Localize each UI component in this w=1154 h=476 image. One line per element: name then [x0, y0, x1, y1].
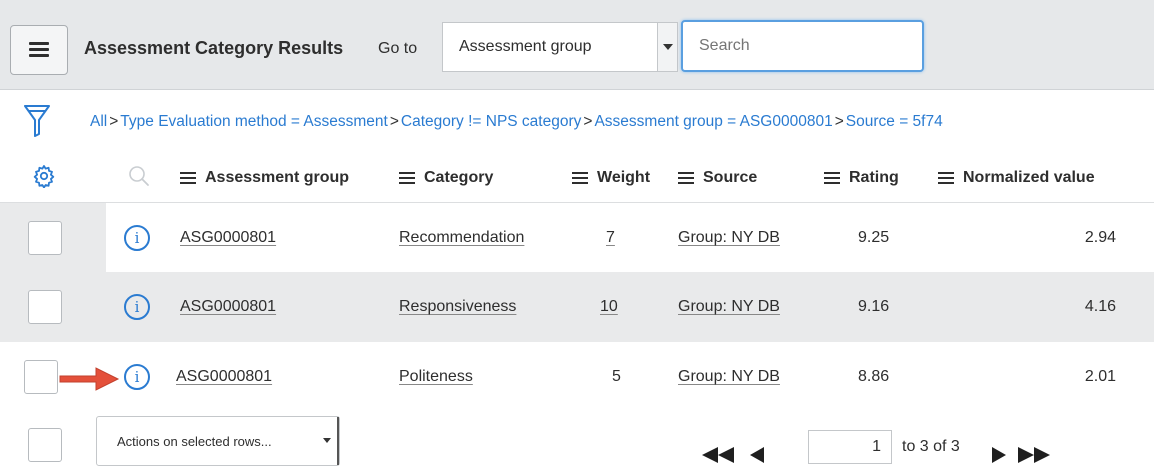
page-title: Assessment Category Results [84, 38, 344, 58]
rating-value: 9.16 [858, 298, 890, 315]
row-checkbox[interactable] [24, 360, 58, 394]
column-header-normalized-value[interactable]: Normalized value [938, 160, 1095, 196]
breadcrumb-evaluation-method[interactable]: Type Evaluation method = Assessment [120, 113, 388, 130]
weight-value[interactable]: 10 [600, 298, 618, 316]
column-label: Source [703, 169, 758, 186]
goto-field-select[interactable]: Assessment group [442, 22, 678, 72]
row-checkbox[interactable] [28, 290, 62, 324]
menu-button[interactable] [10, 25, 68, 75]
column-label: Assessment group [205, 169, 350, 186]
breadcrumb-separator: > [583, 113, 593, 130]
goto-select-value: Assessment group [459, 38, 592, 55]
column-menu-icon[interactable] [938, 172, 954, 184]
row-checkbox[interactable] [28, 221, 62, 255]
hamburger-icon [29, 42, 49, 58]
column-header-assessment-group[interactable]: Assessment group [180, 160, 349, 196]
breadcrumb-category[interactable]: Category != NPS category [401, 113, 582, 130]
assessment-group-link[interactable]: ASG0000801 [180, 298, 276, 316]
source-link[interactable]: Group: NY DB [678, 298, 780, 316]
table-row: i ASG0000801 Politeness 5 Group: NY DB 8… [0, 342, 1154, 412]
dropdown-arrow-icon[interactable] [317, 417, 339, 465]
column-label: Normalized value [963, 169, 1095, 186]
dropdown-arrow-icon[interactable] [657, 23, 677, 71]
table-row: i ASG0000801 Responsiveness 10 Group: NY… [0, 272, 1154, 342]
category-link[interactable]: Responsiveness [399, 298, 516, 316]
column-menu-icon[interactable] [572, 172, 588, 184]
search-input[interactable] [681, 20, 924, 72]
category-link[interactable]: Politeness [399, 368, 473, 386]
rating-value: 8.86 [858, 368, 890, 385]
column-menu-icon[interactable] [180, 172, 196, 184]
row-select-cell [0, 272, 106, 342]
breadcrumb-separator: > [834, 113, 844, 130]
column-header-source[interactable]: Source [678, 160, 757, 196]
page-number-input[interactable] [808, 430, 892, 464]
info-circle-icon[interactable]: i [124, 364, 150, 390]
column-label: Category [424, 169, 494, 186]
select-all-checkbox[interactable] [28, 428, 62, 462]
breadcrumb-all[interactable]: All [90, 113, 107, 130]
column-header-weight[interactable]: Weight [572, 160, 650, 196]
source-link[interactable]: Group: NY DB [678, 368, 780, 386]
category-link[interactable]: Recommendation [399, 229, 524, 247]
column-label: Weight [597, 169, 651, 186]
info-circle-icon[interactable]: i [124, 294, 150, 320]
breadcrumb-assessment-group[interactable]: Assessment group = ASG0000801 [594, 113, 832, 130]
double-right-triangle-icon[interactable] [1016, 446, 1052, 464]
breadcrumb: All > Type Evaluation method = Assessment >… [90, 113, 943, 131]
gear-icon[interactable] [32, 164, 56, 188]
assessment-group-link[interactable]: ASG0000801 [176, 368, 272, 386]
list-header-bar: Assessment Category Results Go to Assess… [0, 0, 1154, 90]
right-triangle-icon[interactable] [990, 446, 1008, 464]
column-header-rating[interactable]: Rating [824, 160, 899, 196]
double-left-triangle-icon[interactable] [700, 446, 736, 464]
column-menu-icon[interactable] [824, 172, 840, 184]
breadcrumb-separator: > [109, 113, 119, 130]
source-link[interactable]: Group: NY DB [678, 229, 780, 247]
magnifier-icon[interactable] [128, 165, 150, 187]
page-range-label: to 3 of 3 [902, 438, 960, 455]
normalized-value: 2.01 [1084, 368, 1116, 385]
weight-value[interactable]: 7 [606, 229, 615, 247]
table-row: i ASG0000801 Recommendation 7 Group: NY … [0, 202, 1154, 273]
rating-value: 9.25 [858, 229, 890, 246]
normalized-value: 4.16 [1084, 298, 1116, 315]
weight-value: 5 [612, 368, 621, 385]
breadcrumb-source[interactable]: Source = 5f74 [846, 113, 943, 130]
column-menu-icon[interactable] [678, 172, 694, 184]
actions-select-label: Actions on selected rows... [117, 434, 272, 449]
column-label: Rating [849, 169, 899, 186]
column-menu-icon[interactable] [399, 172, 415, 184]
info-circle-icon[interactable]: i [124, 225, 150, 251]
left-triangle-icon[interactable] [748, 446, 766, 464]
funnel-icon[interactable] [24, 104, 50, 140]
actions-select[interactable]: Actions on selected rows... [96, 416, 340, 466]
assessment-group-link[interactable]: ASG0000801 [180, 229, 276, 247]
red-arrow-icon [59, 367, 120, 391]
goto-label: Go to [378, 40, 418, 57]
column-header-category[interactable]: Category [399, 160, 493, 196]
row-select-cell [0, 203, 106, 273]
normalized-value: 2.94 [1084, 229, 1116, 246]
breadcrumb-separator: > [389, 113, 399, 130]
